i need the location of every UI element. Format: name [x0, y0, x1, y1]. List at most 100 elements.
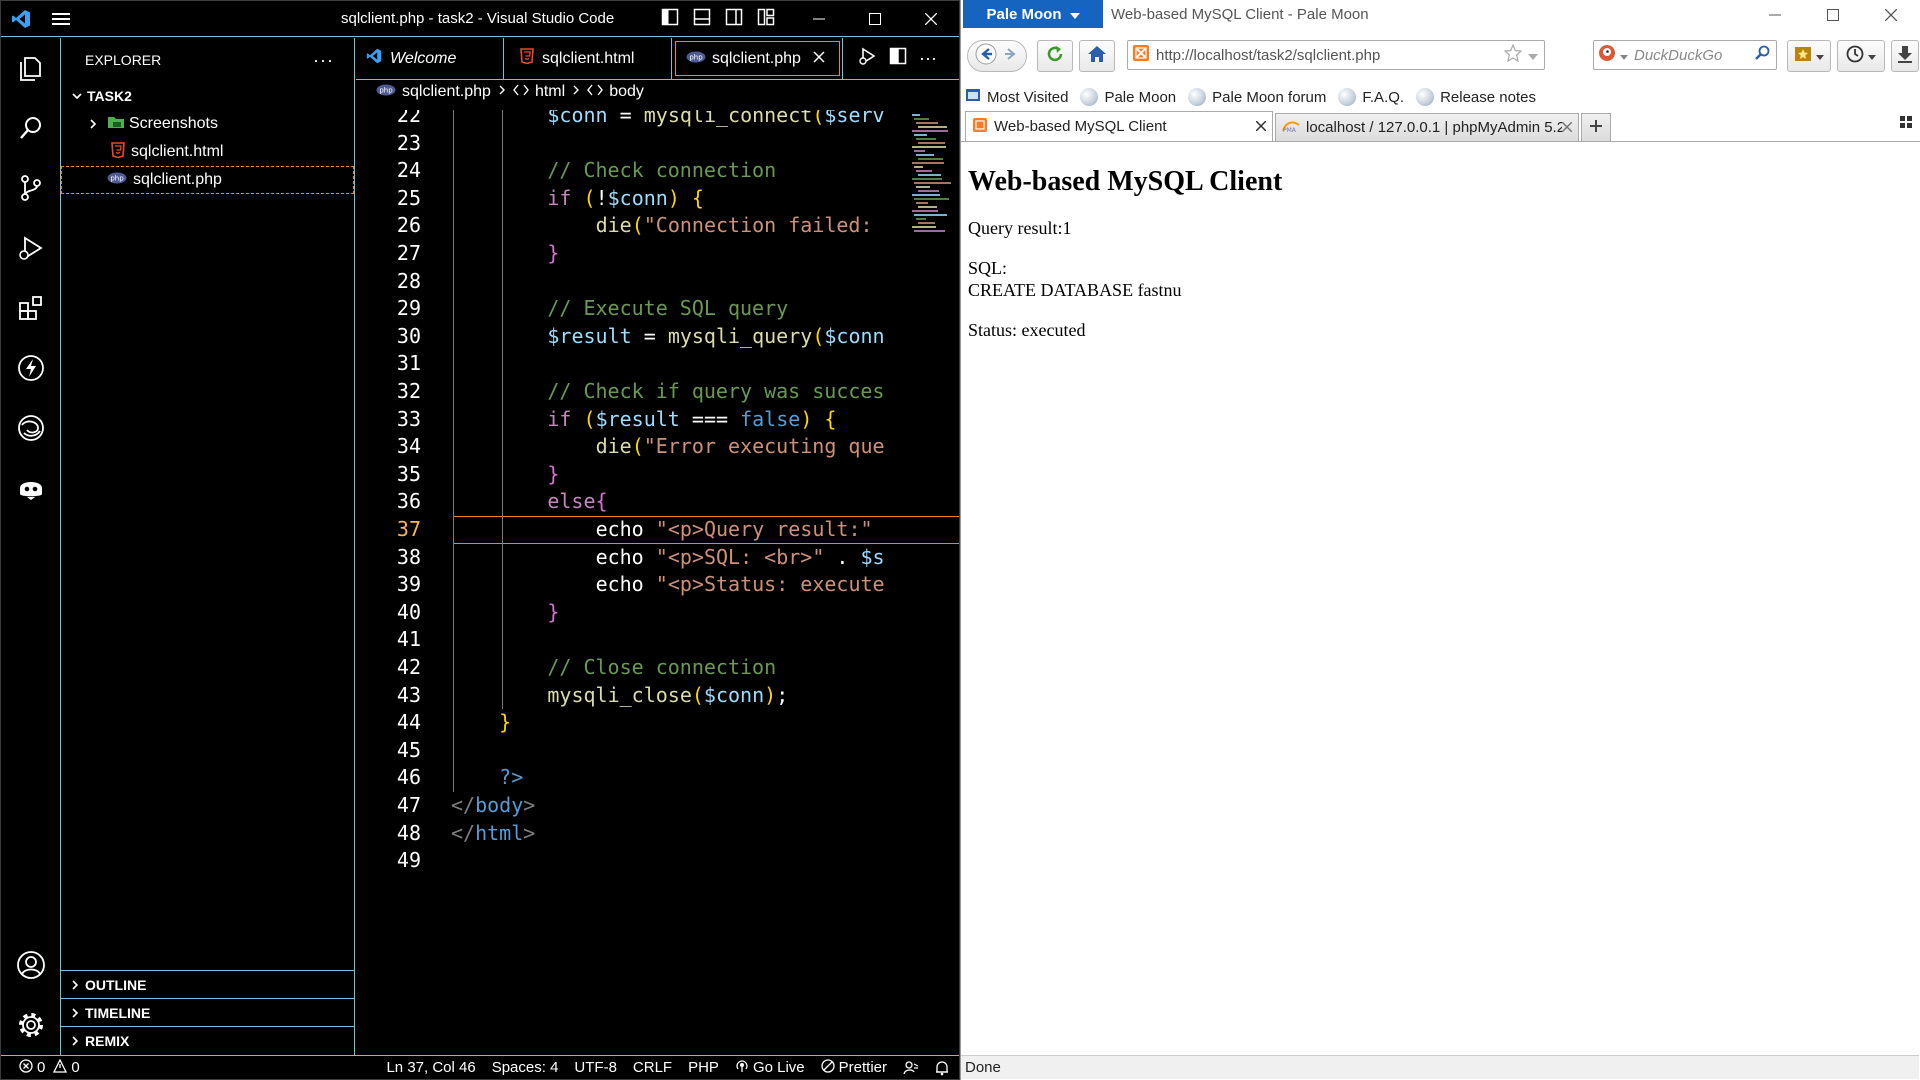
tree-item-screenshots[interactable]: Screenshots [61, 110, 354, 138]
code-editor[interactable]: 22 $conn = mysqli_connect($serv 23 24 // C… [356, 110, 959, 1055]
breadcrumb-body[interactable]: body [609, 83, 644, 101]
tab-welcome[interactable]: Welcome [356, 38, 504, 79]
search-icon[interactable] [1, 98, 61, 158]
browser-tab-mysql-client[interactable]: Web-based MySQL Client [965, 111, 1273, 141]
toggle-primary-sidebar-icon[interactable] [661, 8, 679, 31]
more-actions-icon[interactable]: ··· [919, 48, 937, 69]
close-button[interactable] [1862, 0, 1920, 30]
run-debug-icon[interactable] [1, 218, 61, 278]
bookmark-star-icon[interactable] [1503, 43, 1523, 66]
bookmark-faq[interactable]: F.A.Q. [1338, 88, 1404, 106]
forward-arrow-icon[interactable] [1003, 46, 1019, 67]
thunder-client-icon[interactable] [1, 338, 61, 398]
breadcrumb-html[interactable]: html [535, 83, 565, 101]
bookmark-pale-moon-forum[interactable]: Pale Moon forum [1188, 88, 1326, 106]
split-editor-icon[interactable] [889, 47, 907, 70]
home-button[interactable] [1079, 40, 1115, 72]
bookmarks-menu-button[interactable] [1787, 40, 1831, 72]
line-text: } [547, 241, 560, 265]
line-number: 28 [396, 268, 421, 293]
tab-sqlclient-php[interactable]: php sqlclient.php [672, 38, 843, 79]
problems-status[interactable]: 0 0 [1, 1058, 88, 1077]
site-identity-icon[interactable] [1132, 44, 1150, 66]
encoding[interactable]: UTF-8 [566, 1059, 625, 1076]
timeline-section[interactable]: TIMELINE [61, 998, 354, 1026]
copilot-icon[interactable] [1, 458, 61, 518]
search-icon[interactable] [1754, 45, 1770, 65]
duckduckgo-icon[interactable] [1598, 44, 1616, 66]
close-tab-icon[interactable] [1561, 119, 1573, 136]
line-number: 45 [396, 737, 421, 762]
bookmark-most-visited[interactable]: Most Visited [965, 87, 1068, 107]
explorer-icon[interactable] [1, 38, 61, 98]
menu-icon[interactable] [41, 1, 81, 37]
maximize-button[interactable] [1804, 0, 1862, 30]
bookmarks-toolbar: Most Visited Pale Moon Pale Moon forum F… [961, 84, 1920, 110]
tab-sqlclient-html[interactable]: sqlclient.html [504, 38, 672, 79]
language-mode[interactable]: PHP [680, 1059, 727, 1076]
minimap[interactable] [908, 110, 958, 240]
line-text: ?> [499, 765, 524, 790]
tree-item-sqlclient-php[interactable]: php sqlclient.php [61, 166, 354, 194]
new-tab-button[interactable] [1581, 113, 1611, 141]
back-arrow-icon[interactable] [975, 43, 997, 70]
prettier-button[interactable]: Prettier [813, 1058, 895, 1077]
workspace-folder[interactable]: TASK2 [61, 82, 354, 110]
breadcrumb-file[interactable]: sqlclient.php [402, 83, 491, 101]
vscode-logo-icon [1, 1, 41, 37]
go-live-button[interactable]: Go Live [727, 1059, 813, 1077]
account-icon[interactable] [1, 935, 61, 995]
cursor-position[interactable]: Ln 37, Col 46 [378, 1059, 483, 1076]
line-text: } [499, 710, 512, 735]
end-of-line[interactable]: CRLF [625, 1059, 680, 1076]
tab-groups-icon[interactable] [1899, 115, 1913, 134]
search-bar[interactable]: DuckDuckGo [1593, 40, 1777, 70]
history-button[interactable] [1837, 40, 1885, 72]
code-line: 31 [356, 350, 959, 378]
extensions-icon[interactable] [1, 278, 61, 338]
code-line: 33 if ($result === false) { [356, 406, 959, 434]
line-number: 30 [396, 323, 421, 348]
remix-section[interactable]: REMIX [61, 1026, 354, 1054]
tree-item-sqlclient-html[interactable]: sqlclient.html [61, 138, 354, 166]
url-dropdown-icon[interactable] [1528, 47, 1538, 64]
close-button[interactable] [903, 1, 959, 37]
minimize-button[interactable] [791, 1, 847, 37]
prettier-label: Prettier [838, 1059, 887, 1076]
feedback-icon[interactable] [895, 1060, 927, 1076]
bookmark-pale-moon[interactable]: Pale Moon [1080, 88, 1176, 106]
indentation[interactable]: Spaces: 4 [484, 1059, 567, 1076]
line-number: 40 [396, 599, 421, 624]
close-tab-icon[interactable] [1255, 118, 1267, 135]
php-icon: php [376, 83, 396, 101]
line-text: die("Error executing que [595, 434, 885, 459]
toggle-panel-icon[interactable] [693, 8, 711, 31]
html5-icon [111, 141, 125, 163]
close-tab-icon[interactable] [813, 50, 825, 68]
activity-bar [1, 38, 61, 1055]
source-control-icon[interactable] [1, 158, 61, 218]
minimize-button[interactable] [1746, 0, 1804, 30]
palemoon-menu-button[interactable]: Pale Moon [963, 0, 1103, 28]
indent-guide [502, 110, 503, 710]
settings-gear-icon[interactable] [1, 995, 61, 1055]
reload-button[interactable] [1037, 40, 1073, 72]
downloads-button[interactable] [1891, 40, 1919, 72]
browser-tab-phpmyadmin[interactable]: PMA localhost / 127.0.0.1 | phpMyAdmin 5… [1275, 113, 1579, 141]
run-code-icon[interactable] [857, 46, 877, 71]
line-text: </body> [451, 793, 536, 817]
toggle-secondary-sidebar-icon[interactable] [725, 8, 743, 31]
bookmark-label: Most Visited [987, 88, 1069, 106]
maximize-button[interactable] [847, 1, 903, 37]
outline-section[interactable]: OUTLINE [61, 970, 354, 998]
more-actions-icon[interactable]: ··· [313, 50, 334, 71]
customize-layout-icon[interactable] [757, 8, 775, 31]
svg-text:php: php [110, 175, 124, 183]
symbol-tag-icon [513, 83, 529, 102]
bookmark-release-notes[interactable]: Release notes [1416, 88, 1536, 106]
url-bar[interactable]: http://localhost/task2/sqlclient.php [1127, 40, 1545, 70]
search-engine-dropdown-icon[interactable] [1620, 47, 1628, 64]
line-number: 39 [396, 572, 421, 597]
notifications-bell-icon[interactable] [927, 1060, 959, 1076]
remote-explorer-icon[interactable] [1, 398, 61, 458]
